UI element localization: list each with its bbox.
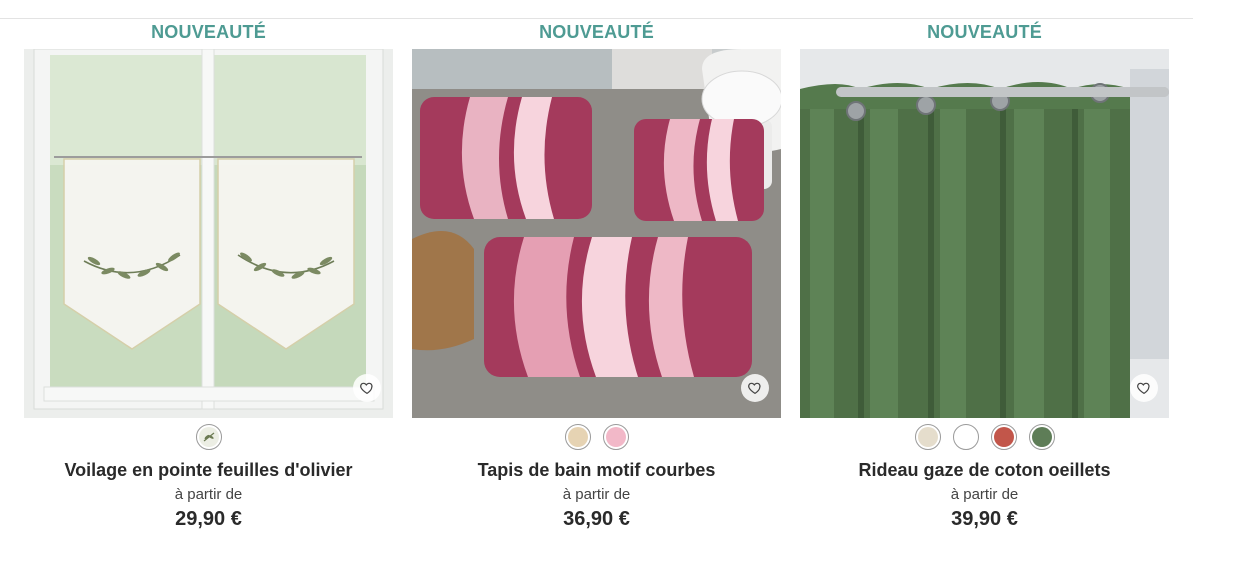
new-badge: NOUVEAUTÉ — [927, 22, 1042, 42]
olive-leaf-swatch-icon — [198, 427, 219, 447]
favorite-button[interactable] — [1130, 374, 1158, 402]
product-price: 29,90 € — [175, 508, 242, 530]
favorite-button[interactable] — [741, 374, 769, 402]
product-card-rideau[interactable]: NOUVEAUTÉ Rideau gaze de coton oeillets … — [800, 0, 1169, 587]
swatch-green[interactable] — [1028, 424, 1055, 450]
price-prefix: à partir de — [562, 486, 631, 503]
product-card-voilage[interactable]: NOUVEAUTÉ Voilage en pointe feuilles d'o… — [24, 0, 393, 587]
new-badge: NOUVEAUTÉ — [539, 22, 654, 42]
swatch-color — [1031, 427, 1052, 447]
swatch-linen[interactable] — [914, 424, 941, 450]
swatch-beige[interactable] — [564, 424, 591, 450]
swatch-color — [567, 427, 588, 447]
heart-outline-icon — [360, 382, 373, 395]
product-image[interactable] — [412, 49, 781, 418]
color-swatches — [412, 424, 781, 450]
swatch-terracotta[interactable] — [990, 424, 1017, 450]
heart-outline-icon — [748, 382, 761, 395]
new-badge: NOUVEAUTÉ — [151, 22, 266, 42]
product-image[interactable] — [800, 49, 1169, 418]
price-prefix: à partir de — [174, 486, 243, 503]
favorite-button[interactable] — [353, 374, 381, 402]
product-title[interactable]: Tapis de bain motif courbes — [412, 460, 781, 481]
heart-outline-icon — [1137, 382, 1150, 395]
product-image[interactable] — [24, 49, 393, 418]
product-card-tapis[interactable]: NOUVEAUTÉ Tapis de bain motif courbes à … — [412, 0, 781, 587]
color-swatches — [800, 424, 1169, 450]
swatch-pink[interactable] — [602, 424, 629, 450]
product-title[interactable]: Rideau gaze de coton oeillets — [800, 460, 1169, 481]
product-price: 36,90 € — [563, 508, 630, 530]
swatch-color — [955, 427, 976, 447]
swatch-color — [917, 427, 938, 447]
swatch-white[interactable] — [952, 424, 979, 450]
product-price: 39,90 € — [951, 508, 1018, 530]
color-swatches — [24, 424, 393, 450]
product-title[interactable]: Voilage en pointe feuilles d'olivier — [24, 460, 393, 481]
swatch-color — [605, 427, 626, 447]
swatch-color — [993, 427, 1014, 447]
swatch-olive-leaf[interactable] — [195, 424, 222, 450]
price-prefix: à partir de — [950, 486, 1019, 503]
